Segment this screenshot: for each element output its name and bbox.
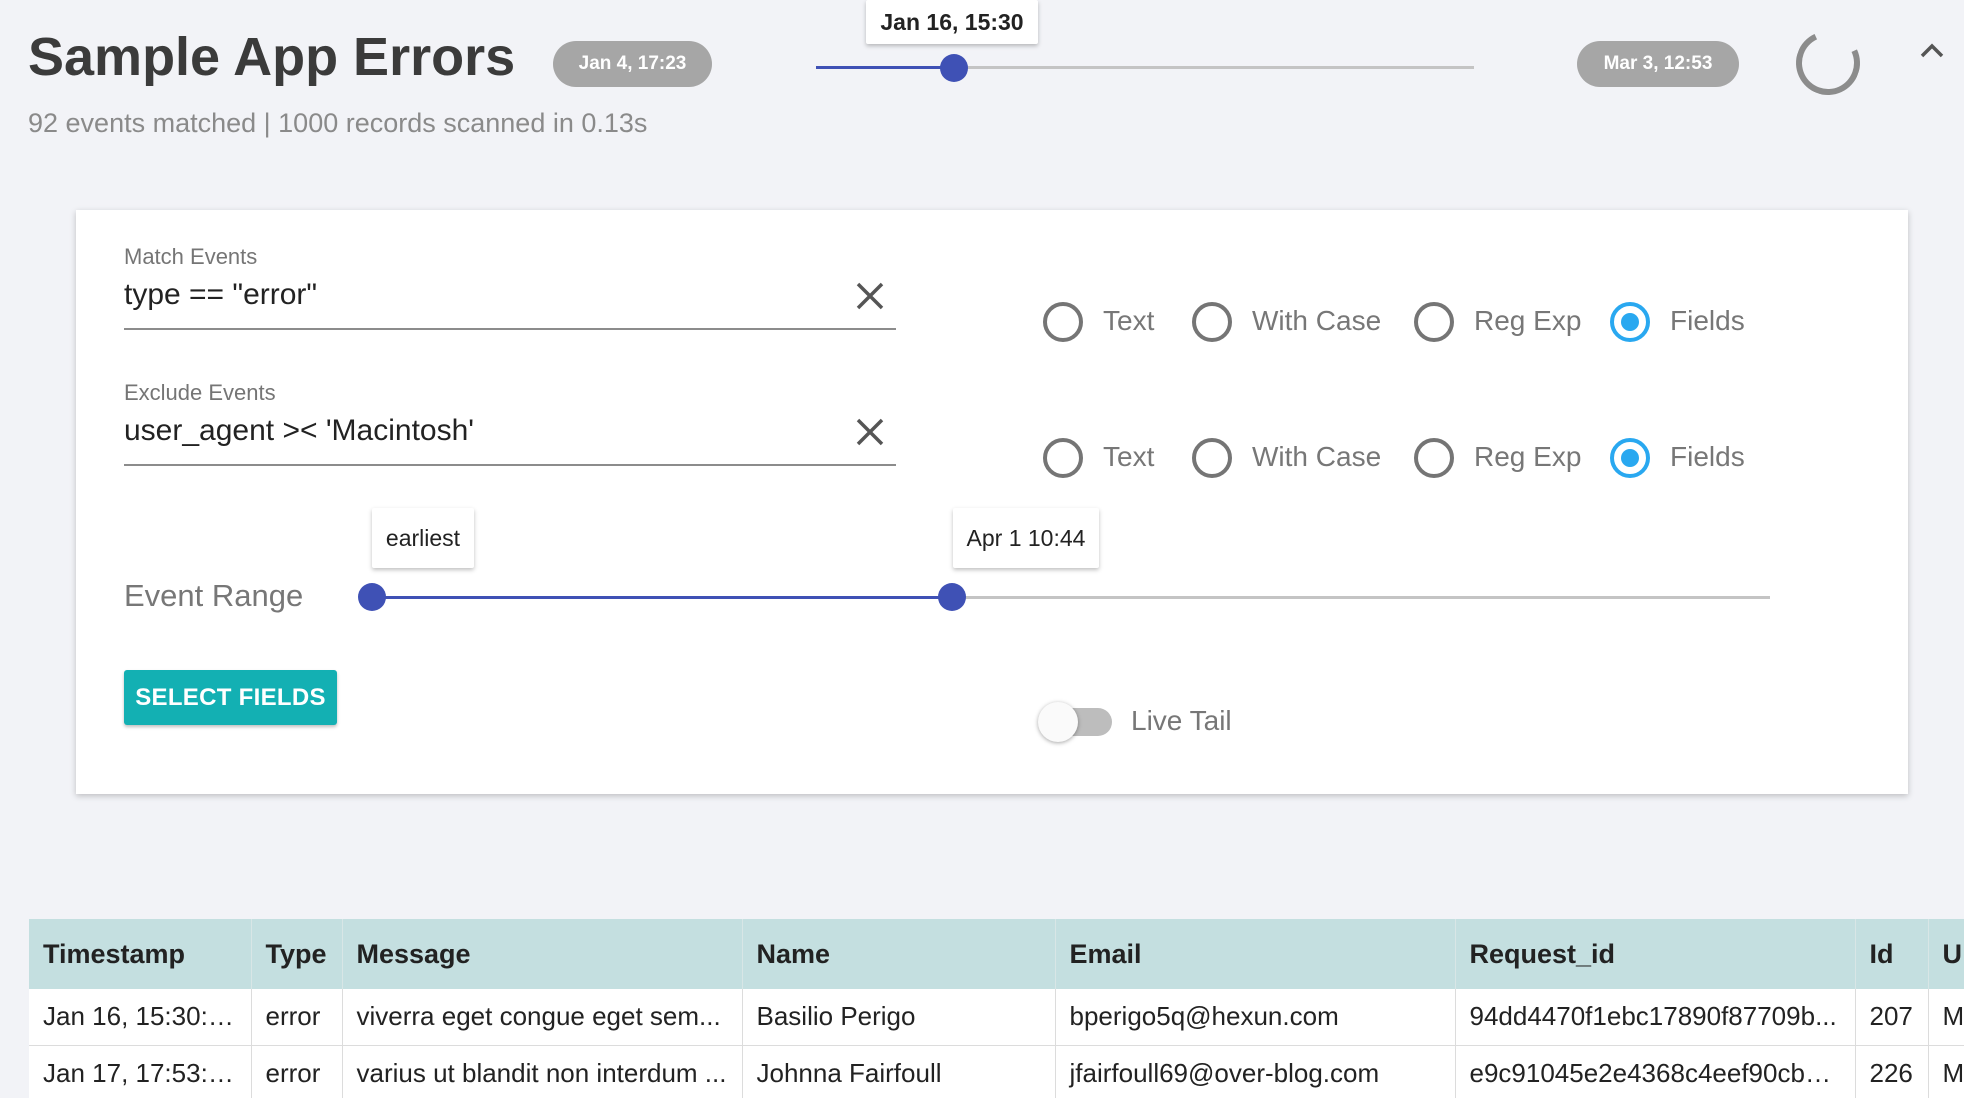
live-tail-label: Live Tail	[1131, 705, 1232, 736]
column-header-u[interactable]: U	[1928, 919, 1964, 989]
chevron-up-icon[interactable]	[1916, 36, 1948, 68]
table-header-row: Timestamp Type Message Name Email Reques…	[29, 919, 1964, 989]
match-radio-regexp-label: Reg Exp	[1474, 305, 1582, 336]
table-row[interactable]: Jan 17, 17:53:20 error varius ut blandit…	[29, 1045, 1964, 1098]
column-header-email[interactable]: Email	[1055, 919, 1456, 989]
column-header-message[interactable]: Message	[342, 919, 743, 989]
cell-request-id: 94dd4470f1ebc17890f87709b...	[1455, 989, 1856, 1046]
exclude-events-label: Exclude Events	[124, 380, 276, 405]
column-header-name[interactable]: Name	[742, 919, 1056, 989]
column-header-type[interactable]: Type	[251, 919, 343, 989]
timeline-slider[interactable]	[816, 66, 1474, 69]
match-events-input[interactable]: type == "error"	[124, 278, 317, 312]
cell-request-id: e9c91045e2e4368c4eef90cb7...	[1455, 1045, 1856, 1098]
cell-timestamp: Jan 17, 17:53:20	[29, 1045, 252, 1098]
events-table: Timestamp Type Message Name Email Reques…	[29, 919, 1964, 1098]
event-range-label: Event Range	[124, 578, 304, 613]
exclude-radio-regexp[interactable]	[1414, 438, 1454, 478]
event-range-end-tooltip: Apr 1 10:44	[953, 508, 1099, 568]
clear-match-icon[interactable]	[854, 280, 886, 312]
match-radio-regexp[interactable]	[1414, 302, 1454, 342]
cell-email: jfairfoull69@over-blog.com	[1055, 1045, 1456, 1098]
cell-u: M	[1928, 1045, 1964, 1098]
exclude-radio-case[interactable]	[1192, 438, 1232, 478]
event-range-slider[interactable]	[372, 596, 1770, 599]
match-radio-fields-label: Fields	[1670, 305, 1745, 336]
exclude-events-input[interactable]: user_agent >< 'Macintosh'	[124, 414, 474, 448]
match-radio-fields[interactable]	[1610, 302, 1650, 342]
column-header-id[interactable]: Id	[1855, 919, 1929, 989]
cell-message: viverra eget congue eget sem...	[342, 989, 743, 1046]
event-range-start-tooltip: earliest	[372, 508, 474, 568]
cell-type: error	[251, 989, 343, 1046]
match-events-label: Match Events	[124, 244, 258, 269]
cell-id: 226	[1855, 1045, 1929, 1098]
clear-exclude-icon[interactable]	[854, 416, 886, 448]
match-events-underline	[124, 328, 896, 330]
cell-id: 207	[1855, 989, 1929, 1046]
match-radio-case[interactable]	[1192, 302, 1232, 342]
match-radio-text-label: Text	[1103, 305, 1155, 336]
loading-spinner-icon	[1786, 21, 1870, 105]
results-summary: 92 events matched | 1000 records scanned…	[28, 108, 648, 138]
cell-name: Johnna Fairfoull	[742, 1045, 1056, 1098]
exclude-radio-fields[interactable]	[1610, 438, 1650, 478]
exclude-radio-text-label: Text	[1103, 441, 1155, 472]
cell-timestamp: Jan 16, 15:30:00	[29, 989, 252, 1046]
exclude-events-underline	[124, 464, 896, 466]
timeline-slider-fill	[816, 66, 955, 69]
filter-card: Match Events type == "error" Text With C…	[76, 210, 1908, 794]
exclude-radio-case-label: With Case	[1252, 441, 1382, 472]
select-fields-button[interactable]: SELECT FIELDS	[124, 670, 337, 725]
event-range-end-thumb[interactable]	[938, 583, 967, 611]
page-title: Sample App Errors	[28, 27, 516, 87]
cell-type: error	[251, 1045, 343, 1098]
column-header-timestamp[interactable]: Timestamp	[29, 919, 252, 989]
cell-email: bperigo5q@hexun.com	[1055, 989, 1456, 1046]
cell-name: Basilio Perigo	[742, 989, 1056, 1046]
live-tail-toggle-thumb[interactable]	[1038, 702, 1078, 742]
timeline-tooltip: Jan 16, 15:30	[866, 0, 1038, 44]
cell-message: varius ut blandit non interdum ...	[342, 1045, 743, 1098]
match-radio-case-label: With Case	[1252, 305, 1382, 336]
range-start-badge: Jan 4, 17:23	[553, 41, 712, 87]
exclude-radio-regexp-label: Reg Exp	[1474, 441, 1582, 472]
column-header-request-id[interactable]: Request_id	[1455, 919, 1856, 989]
exclude-radio-text[interactable]	[1043, 438, 1083, 478]
match-radio-text[interactable]	[1043, 302, 1083, 342]
table-row[interactable]: Jan 16, 15:30:00 error viverra eget cong…	[29, 989, 1964, 1046]
exclude-radio-fields-label: Fields	[1670, 441, 1745, 472]
range-end-badge: Mar 3, 12:53	[1577, 41, 1739, 87]
timeline-slider-thumb[interactable]	[940, 54, 969, 82]
event-range-fill	[372, 596, 953, 599]
event-range-start-thumb[interactable]	[358, 583, 386, 611]
cell-u: M	[1928, 989, 1964, 1046]
